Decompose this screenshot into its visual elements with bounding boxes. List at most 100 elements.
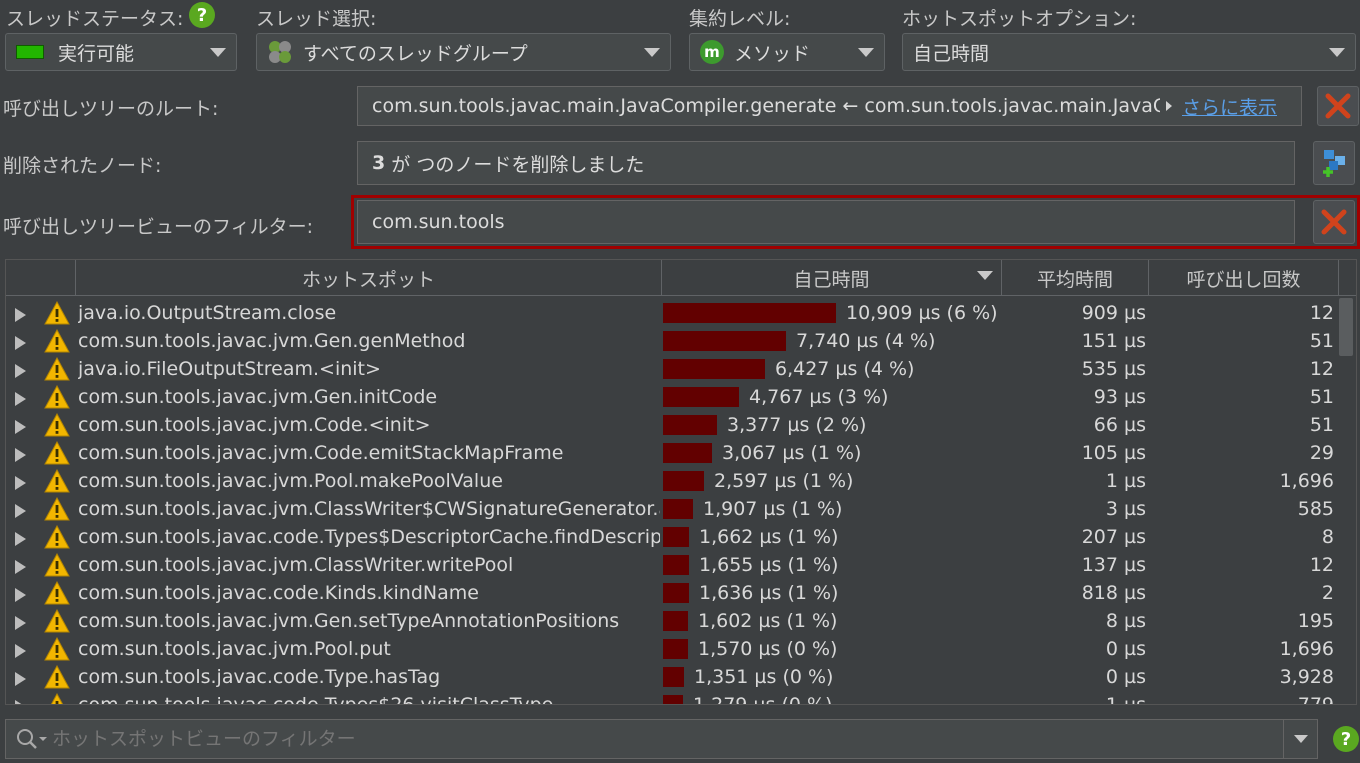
table-row[interactable]: com.sun.tools.javac.code.Type.hasTag 1,35… [6,663,1336,691]
invocation-count: 51 [1309,330,1334,352]
clear-filter-button[interactable] [1313,200,1355,244]
invocation-count: 585 [1297,498,1334,520]
restore-nodes-button[interactable] [1313,141,1355,185]
warning-icon [44,635,70,663]
help-icon[interactable]: ? [1333,726,1359,752]
invocation-count: 779 [1297,694,1334,705]
call-tree-filter-value: com.sun.tools [372,211,505,233]
self-time-value: 1,602 µs (1 %) [698,610,838,632]
hotspot-filter-input[interactable] [52,728,1232,750]
hotspot-method-name: com.sun.tools.javac.code.Kinds.kindName [78,582,479,604]
self-time-bar [663,415,717,435]
expand-arrow-icon[interactable] [15,308,26,322]
expand-arrow-icon[interactable] [15,560,26,574]
invocation-count: 195 [1297,610,1334,632]
call-tree-root-label: 呼び出しツリーのルート: [3,98,219,120]
hotspot-table[interactable]: ホットスポット 自己時間 平均時間 呼び出し回数 java.io.OutputS… [5,259,1357,705]
table-row[interactable]: com.sun.tools.javac.jvm.Gen.genMethod 7,7… [6,327,1336,355]
expand-arrow-icon[interactable] [15,392,26,406]
filter-history-button[interactable] [1283,720,1317,758]
self-time-bar [663,499,693,519]
runnable-status-icon [16,45,44,59]
expand-arrow-icon[interactable] [15,672,26,686]
expander-column-header[interactable] [6,260,76,296]
hotspot-filter-field[interactable] [5,719,1318,759]
expand-arrow-icon[interactable] [15,644,26,658]
warning-icon [44,551,70,579]
table-row[interactable]: java.io.OutputStream.close 10,909 µs (6 %… [6,299,1336,327]
warning-icon [44,495,70,523]
hotspot-column-header[interactable]: ホットスポット [76,260,662,296]
warning-icon [44,383,70,411]
clear-root-button[interactable] [1317,86,1359,126]
invocations-column-header[interactable]: 呼び出し回数 [1149,260,1339,296]
self-time-value: 10,909 µs (6 %) [846,302,998,324]
table-row[interactable]: com.sun.tools.javac.jvm.Pool.put 1,570 µs… [6,635,1336,663]
self-time-bar [663,359,765,379]
invocation-count: 3,928 [1279,666,1334,688]
expand-arrow-icon[interactable] [15,504,26,518]
help-icon[interactable]: ? [189,2,215,28]
avg-time-column-header[interactable]: 平均時間 [1002,260,1149,296]
aggregation-combo[interactable]: m メソッド [689,33,885,71]
table-row[interactable]: com.sun.tools.javac.jvm.Code.<init> 3,377… [6,411,1336,439]
avg-time-value: 1 µs [1105,470,1146,492]
expand-arrow-icon[interactable] [15,364,26,378]
thread-select-combo[interactable]: すべてのスレッドグループ [256,33,671,71]
table-row[interactable]: com.sun.tools.javac.jvm.ClassWriter$CWSi… [6,495,1336,523]
call-tree-filter-label: 呼び出しツリービューのフィルター: [3,216,314,238]
table-row[interactable]: com.sun.tools.javac.jvm.Gen.setTypeAnnot… [6,607,1336,635]
expand-arrow-icon[interactable] [15,700,26,704]
hotspot-method-name: com.sun.tools.javac.jvm.Pool.put [78,638,391,660]
self-time-value: 1,662 µs (1 %) [699,526,839,548]
table-row[interactable]: com.sun.tools.javac.jvm.ClassWriter.writ… [6,551,1336,579]
table-row[interactable]: com.sun.tools.javac.jvm.Pool.makePoolVal… [6,467,1336,495]
self-time-value: 1,907 µs (1 %) [703,498,843,520]
avg-time-value: 0 µs [1105,666,1146,688]
table-row[interactable]: com.sun.tools.javac.code.Kinds.kindName 1… [6,579,1336,607]
hotspot-option-combo[interactable]: 自己時間 [902,33,1356,71]
chevron-down-icon [210,48,226,57]
self-time-value: 7,740 µs (4 %) [796,330,936,352]
table-row[interactable]: java.io.FileOutputStream.<init> 6,427 µs … [6,355,1336,383]
vertical-scrollbar[interactable] [1336,296,1356,704]
self-time-bar [663,667,684,687]
expand-arrow-icon[interactable] [15,616,26,630]
table-row[interactable]: com.sun.tools.javac.jvm.Gen.initCode 4,76… [6,383,1336,411]
table-row[interactable]: com.sun.tools.javac.code.Types$Descripto… [6,523,1336,551]
expand-arrow-icon[interactable] [15,476,26,490]
hotspot-method-name: com.sun.tools.javac.code.Types$26.visitC… [78,694,554,705]
removed-nodes-text: が つのノードを削除しました [385,153,645,176]
call-tree-filter-input[interactable]: com.sun.tools [357,200,1295,244]
self-time-bar [663,583,689,603]
self-time-bar [663,695,683,704]
invocation-count: 8 [1321,526,1334,548]
avg-time-value: 818 µs [1081,582,1146,604]
avg-time-value: 207 µs [1081,526,1146,548]
expand-arrow-icon[interactable] [15,588,26,602]
invocation-count: 12 [1309,302,1334,324]
thread-status-value: 実行可能 [58,42,135,65]
expand-arrow-icon[interactable] [15,448,26,462]
expand-arrow-icon[interactable] [15,336,26,350]
self-time-column-header[interactable]: 自己時間 [662,260,1002,296]
aggregation-value: メソッド [734,42,811,65]
aggregation-label: 集約レベル: [689,8,791,30]
expand-arrow-icon[interactable] [15,420,26,434]
avg-time-value: 535 µs [1081,358,1146,380]
self-time-value: 1,655 µs (1 %) [699,554,839,576]
expand-arrow-icon[interactable] [15,532,26,546]
thread-status-combo[interactable]: 実行可能 [5,33,237,71]
scrollbar-thumb[interactable] [1339,298,1353,356]
chevron-down-icon [858,48,874,57]
table-row[interactable]: com.sun.tools.javac.jvm.Code.emitStackMa… [6,439,1336,467]
warning-icon [44,663,70,691]
table-row[interactable]: com.sun.tools.javac.code.Types$26.visitC… [6,691,1336,705]
invocation-count: 1,696 [1279,470,1334,492]
thread-status-label: スレッドステータス: [6,8,184,30]
self-time-bar [663,527,689,547]
show-more-link[interactable]: さらに表示 [1182,93,1277,120]
table-header: ホットスポット 自己時間 平均時間 呼び出し回数 [6,260,1356,296]
close-icon [1325,93,1351,119]
warning-icon [44,467,70,495]
